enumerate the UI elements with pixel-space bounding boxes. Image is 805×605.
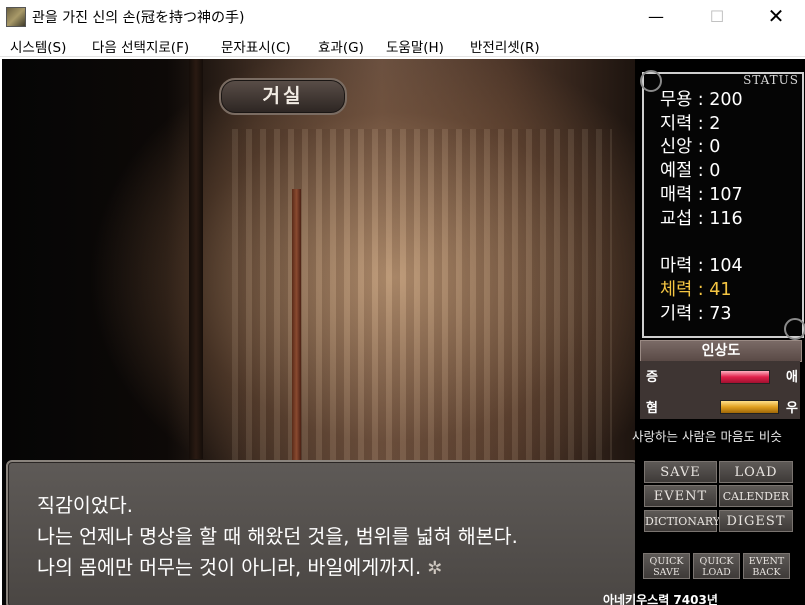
menu-text-display[interactable]: 문자표시(C) — [221, 36, 291, 56]
stat-label: 기력 — [660, 304, 693, 324]
event-back-line-1: EVENT — [748, 556, 785, 567]
event-button[interactable]: EVENT — [644, 485, 717, 507]
dialog-line-2: 나는 언제나 명상을 할 때 해왔던 것을, 범위를 넓혀 해본다. — [37, 525, 518, 548]
stat-label: 지력 — [660, 114, 693, 134]
calender-button[interactable]: CALENDER — [719, 485, 793, 507]
stat-row: 지력 : 2 — [660, 110, 720, 135]
stat-separator: : — [692, 114, 710, 134]
bed-post — [292, 189, 301, 489]
affinity-friend-label: 우 — [786, 401, 798, 416]
stat-separator: : — [692, 90, 710, 110]
affinity-title: 인상도 — [640, 340, 802, 362]
quick-load-line-2: LOAD — [702, 567, 731, 578]
stat-value: 0 — [709, 137, 721, 157]
stat-label: 매력 — [660, 185, 693, 205]
event-back-button[interactable]: EVENT BACK — [743, 553, 790, 579]
menu-reverse-reset[interactable]: 반전리셋(R) — [470, 36, 540, 56]
quick-save-line-1: QUICK — [649, 556, 684, 567]
stat-value: 0 — [709, 161, 721, 181]
stat-label: 무용 — [660, 90, 693, 110]
stat-separator: : — [692, 304, 710, 324]
next-page-icon[interactable]: ✲ — [427, 558, 442, 579]
location-label: 거실 — [219, 78, 347, 115]
affinity-dislike-label: 혐 — [646, 401, 658, 416]
dialog-box[interactable]: 직감이었다. 나는 언제나 명상을 할 때 해왔던 것을, 범위를 넓혀 해본다… — [6, 460, 639, 605]
love-bar — [720, 370, 770, 384]
status-panel: STATUS 무용 : 200 지력 : 2 신앙 : 0 예절 : 0 매력 : 10… — [640, 70, 805, 340]
stat-value: 104 — [709, 256, 743, 276]
stat-separator: : — [692, 280, 710, 300]
menu-separator — [0, 56, 805, 57]
minimize-button[interactable]: — — [633, 0, 679, 33]
quick-save-button[interactable]: QUICK SAVE — [643, 553, 690, 579]
dictionary-button[interactable]: DICTIONARY — [644, 510, 720, 532]
ornament-icon — [784, 318, 805, 340]
dialog-line-3-text: 나의 몸에만 머무는 것이 아니라, 바일에게까지. — [37, 556, 422, 579]
stat-row: 기력 : 73 — [660, 300, 732, 325]
save-button[interactable]: SAVE — [644, 461, 717, 483]
event-back-line-2: BACK — [752, 567, 781, 578]
stat-value: 73 — [709, 304, 732, 324]
quick-load-line-1: QUICK — [699, 556, 734, 567]
stat-value: 107 — [709, 185, 743, 205]
menu-bar: 시스템(S) 다음 선택지로(F) 문자표시(C) 효과(G) 도움말(H) 반… — [0, 33, 805, 57]
stat-row: 신앙 : 0 — [660, 133, 720, 158]
pillar — [189, 59, 203, 459]
app-icon — [6, 7, 26, 27]
title-bar: 관을 가진 신의 손(冠を持つ神の手) — ☐ ✕ — [0, 0, 805, 33]
ornament-icon — [640, 70, 662, 92]
stat-row: 매력 : 107 — [660, 181, 743, 206]
stat-separator: : — [692, 256, 710, 276]
stat-row: 예절 : 0 — [660, 157, 720, 182]
digest-button[interactable]: DIGEST — [719, 510, 793, 532]
menu-effects[interactable]: 효과(G) — [318, 36, 364, 56]
stat-row: 교섭 : 116 — [660, 205, 743, 230]
menu-help[interactable]: 도움말(H) — [386, 36, 444, 56]
dialog-line-3: 나의 몸에만 머무는 것이 아니라, 바일에게까지. ✲ — [37, 551, 442, 580]
stat-label: 예절 — [660, 161, 693, 181]
stat-separator: : — [692, 209, 710, 229]
stat-value: 41 — [709, 280, 732, 300]
dialog-line-1: 직감이었다. — [37, 494, 133, 517]
status-title: STATUS — [743, 73, 799, 87]
side-panel: STATUS 무용 : 200 지력 : 2 신앙 : 0 예절 : 0 매력 : 10… — [603, 59, 805, 605]
window-title: 관을 가진 신의 손(冠を持つ神の手) — [32, 10, 245, 26]
stat-row: 무용 : 200 — [660, 86, 743, 111]
stat-separator: : — [692, 137, 710, 157]
stat-label: 교섭 — [660, 209, 693, 229]
stat-row: 체력 : 41 — [660, 276, 732, 301]
stat-row: 마력 : 104 — [660, 252, 743, 277]
maximize-button[interactable]: ☐ — [694, 0, 740, 33]
stat-value: 2 — [709, 114, 721, 134]
stat-value: 116 — [709, 209, 743, 229]
stat-label: 마력 — [660, 256, 693, 276]
stat-separator: : — [692, 185, 710, 205]
quick-save-line-2: SAVE — [653, 567, 680, 578]
menu-next-choice[interactable]: 다음 선택지로(F) — [92, 36, 189, 56]
load-button[interactable]: LOAD — [719, 461, 793, 483]
close-button[interactable]: ✕ — [753, 0, 799, 33]
menu-system[interactable]: 시스템(S) — [10, 36, 66, 56]
affinity-ticker: 사랑하는 사람은 마음도 비슷 — [632, 429, 782, 444]
game-canvas[interactable]: 거실 직감이었다. 나는 언제나 명상을 할 때 해왔던 것을, 범위를 넓혀 … — [2, 59, 805, 605]
affinity-panel: 증 애 혐 우 — [640, 361, 800, 419]
stat-separator: : — [692, 161, 710, 181]
affinity-love-label: 애 — [786, 370, 798, 385]
affinity-hate-label: 증 — [646, 370, 658, 385]
quick-load-button[interactable]: QUICK LOAD — [693, 553, 740, 579]
stat-label: 체력 — [660, 280, 693, 300]
friendship-bar — [720, 400, 779, 414]
stat-label: 신앙 — [660, 137, 693, 157]
calendar-date: 아네키우스력 7403년 — [603, 593, 718, 605]
stat-value: 200 — [709, 90, 743, 110]
